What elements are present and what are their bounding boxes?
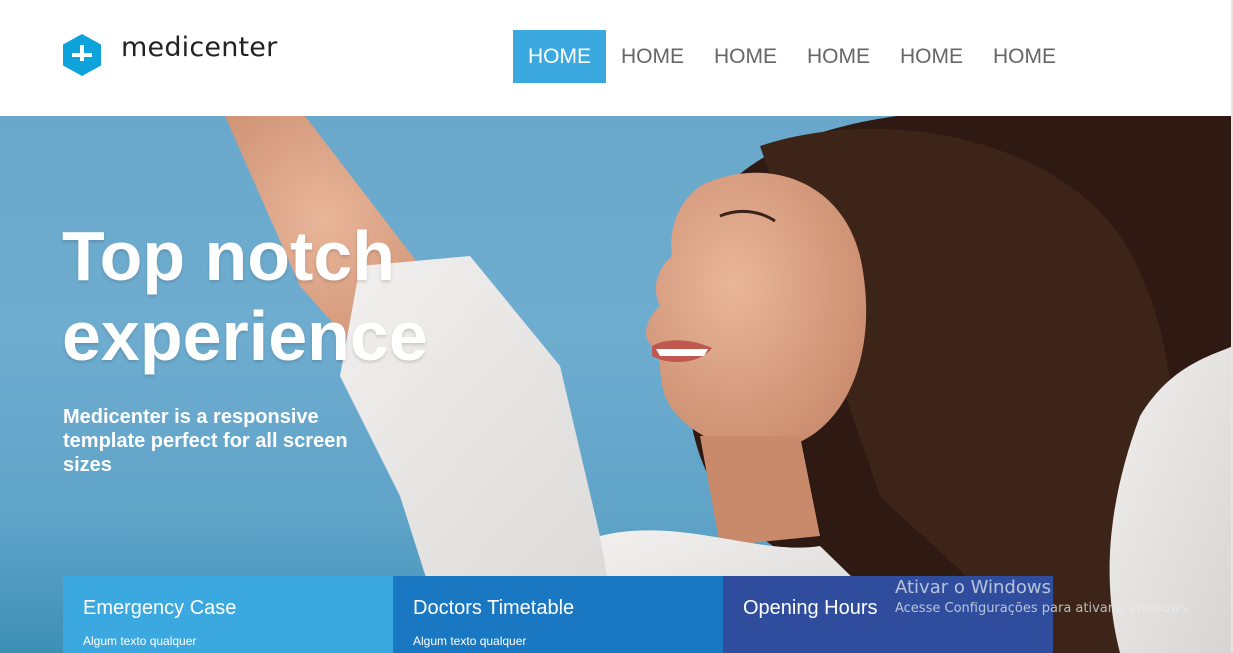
main-nav: HOME HOME HOME HOME HOME HOME	[513, 30, 1071, 83]
box-text: Algum texto qualquer	[413, 634, 527, 648]
site-header: medicenter HOME HOME HOME HOME HOME HOME	[0, 0, 1233, 116]
box-title: Doctors Timetable	[413, 597, 575, 619]
nav-item-home-1[interactable]: HOME	[513, 30, 606, 83]
nav-item-home-5[interactable]: HOME	[885, 30, 978, 83]
hero-title: Top notch experience	[62, 216, 582, 376]
hero-title-line-2: experience	[62, 297, 428, 375]
emergency-case-box[interactable]: Emergency Case Algum texto qualquer	[63, 576, 393, 653]
nav-item-home-3[interactable]: HOME	[699, 30, 792, 83]
logo-text: medicenter	[121, 31, 278, 63]
hero-photo	[225, 116, 1233, 653]
watermark-subtitle: Acesse Configurações para ativar o Windo…	[895, 601, 1192, 616]
nav-item-home-6[interactable]: HOME	[978, 30, 1071, 83]
watermark-title: Ativar o Windows	[895, 577, 1051, 598]
doctors-timetable-box[interactable]: Doctors Timetable Algum texto qualquer	[393, 576, 723, 653]
hero-banner: Top notch experience Medicenter is a res…	[0, 116, 1233, 653]
nav-item-home-2[interactable]: HOME	[606, 30, 699, 83]
plus-hexagon-icon	[63, 34, 101, 76]
box-text: Algum texto qualquer	[83, 634, 197, 648]
logo[interactable]: medicenter	[62, 31, 278, 77]
hero-title-line-1: Top notch	[62, 217, 396, 295]
box-title: Emergency Case	[83, 597, 237, 619]
hero-subtitle: Medicenter is a responsive template perf…	[63, 406, 348, 476]
nav-item-home-4[interactable]: HOME	[792, 30, 885, 83]
windows-activation-watermark: Ativar o Windows Acesse Configurações pa…	[895, 577, 1191, 616]
